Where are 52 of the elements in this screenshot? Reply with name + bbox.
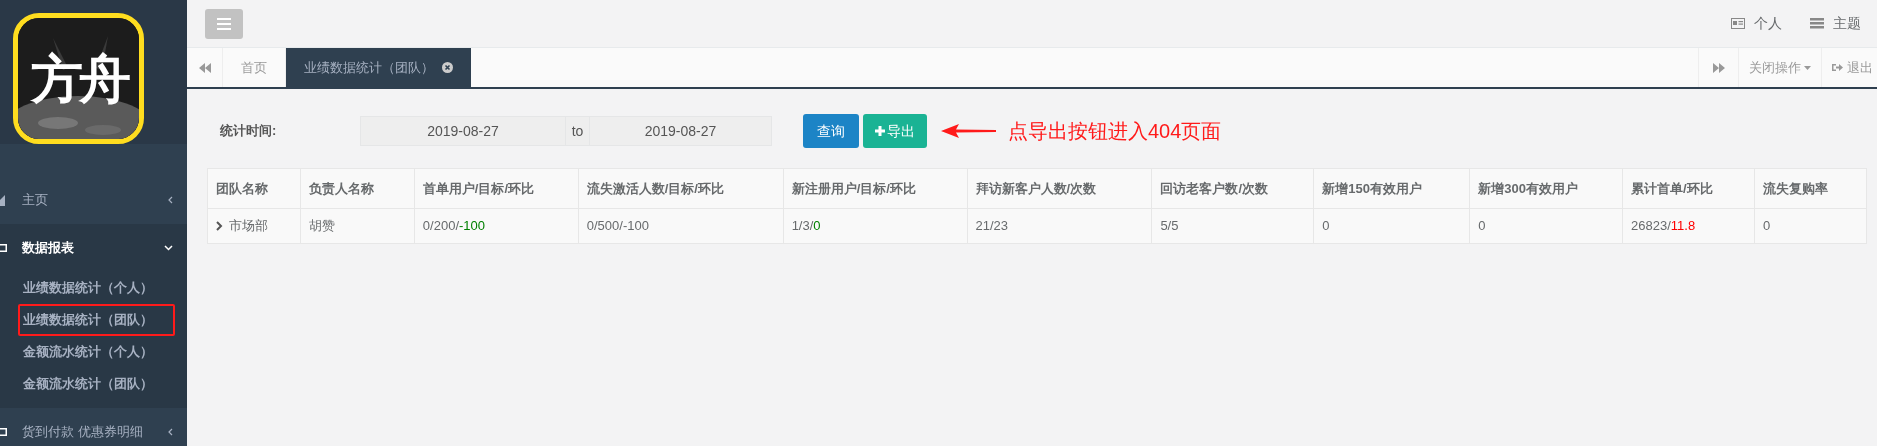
close-icon[interactable]: [442, 62, 453, 73]
submenu-item[interactable]: 业绩数据统计（个人）: [0, 272, 187, 304]
table-icon: [0, 243, 8, 253]
column-header: 回访老客户数/次数: [1151, 168, 1314, 209]
menu-toggle-button[interactable]: [205, 8, 243, 39]
table-cell-text: 市场部: [229, 217, 268, 236]
submenu-item[interactable]: 业绩数据统计（团队）: [18, 304, 175, 336]
chevron-right-icon[interactable]: [216, 221, 223, 231]
submenu-item[interactable]: 金额流水统计（团队）: [0, 368, 187, 400]
annotation-text: 点导出按钮进入404页面: [1008, 119, 1222, 144]
sidebar-item[interactable]: 数据报表: [0, 224, 187, 272]
column-header: 首单用户/目标/环比: [414, 168, 579, 209]
column-header: 新增300有效用户: [1469, 168, 1623, 209]
logout-button[interactable]: 退出: [1821, 48, 1877, 87]
sidebar-item[interactable]: 主页: [0, 176, 187, 224]
submenu-item[interactable]: 金额流水统计（个人）: [0, 336, 187, 368]
column-header: 拜访新客户人数/次数: [967, 168, 1152, 209]
close-actions-dropdown[interactable]: 关闭操作: [1738, 48, 1821, 87]
caret-icon: [1804, 65, 1811, 70]
header-link[interactable]: 主题: [1810, 13, 1861, 34]
logout-icon: [1832, 62, 1843, 73]
table-cell: 0: [1469, 208, 1623, 244]
table-cell: 0: [1313, 208, 1470, 244]
column-header: 新增150有效用户: [1313, 168, 1470, 209]
column-header: 流失激活人数/目标/环比: [578, 168, 784, 209]
table-cell: 5/5: [1151, 208, 1314, 244]
table-cell: 0/200/-100: [414, 208, 579, 244]
table-cell: 26823/11.8: [1622, 208, 1755, 244]
column-header: 负责人名称: [300, 168, 415, 209]
table-cell: 0: [1754, 208, 1867, 244]
date-range-label: 统计时间:: [220, 122, 278, 141]
table-icon: [0, 427, 8, 437]
plus-icon: [875, 126, 885, 136]
column-header: 团队名称: [207, 168, 301, 209]
menu-icon: [217, 17, 231, 30]
header-link[interactable]: 个人: [1731, 13, 1782, 34]
double-right-icon: [1712, 62, 1725, 73]
annotation-arrow: [941, 124, 996, 138]
list-icon: [1810, 18, 1824, 29]
table-cell: 0/500/-100: [578, 208, 784, 244]
logo-text: 方舟: [30, 52, 127, 105]
query-button[interactable]: 查询: [803, 114, 859, 148]
column-header: 累计首单/环比: [1622, 168, 1755, 209]
sidebar-item[interactable]: 货到付款 优惠券明细: [0, 408, 187, 446]
column-header: 新注册用户/目标/环比: [783, 168, 967, 209]
double-left-icon: [198, 62, 211, 73]
tab[interactable]: 业绩数据统计（团队）: [286, 48, 471, 87]
column-header: 流失复购率: [1754, 168, 1867, 209]
id-card-icon: [1731, 18, 1745, 29]
table-cell: 1/3/0: [783, 208, 967, 244]
table-cell: 21/23: [967, 208, 1152, 244]
table-cell: 胡赞: [300, 208, 415, 244]
